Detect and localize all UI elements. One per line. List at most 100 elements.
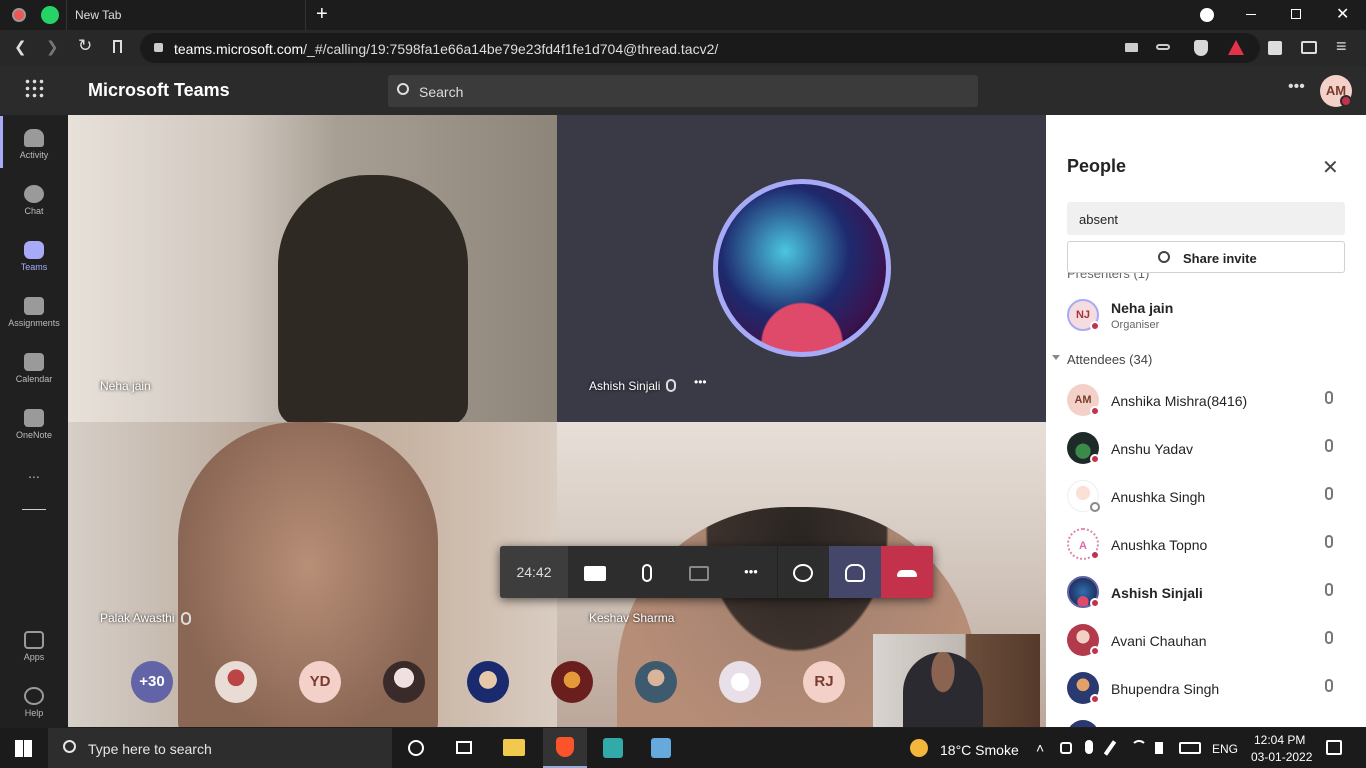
new-tab-button[interactable]: + — [316, 3, 328, 26]
rail-active-indicator — [0, 116, 3, 168]
key-icon[interactable] — [1156, 44, 1170, 50]
video-tile-ashish-sinjali[interactable]: Ashish Sinjali ••• — [557, 115, 1046, 422]
share-screen-button[interactable] — [673, 546, 725, 598]
participant-avatar[interactable] — [467, 661, 509, 703]
tile-more-options-icon[interactable]: ••• — [694, 375, 707, 389]
close-window-button[interactable]: ✕ — [1336, 4, 1349, 24]
rail-item-apps[interactable]: Apps — [0, 621, 68, 677]
forward-button[interactable]: ❯ — [46, 38, 59, 56]
camera-tray-icon[interactable] — [1060, 742, 1072, 754]
mic-off-icon — [1321, 391, 1337, 409]
close-panel-button[interactable]: ✕ — [1322, 155, 1339, 179]
participant-name: Bhupendra Singh — [1111, 681, 1220, 697]
video-tile-neha-jain[interactable]: Neha jain — [68, 115, 557, 422]
weather-icon — [910, 739, 928, 757]
rail-item-chat[interactable]: Chat — [0, 175, 68, 231]
address-bar[interactable]: teams.microsoft.com/_#/calling/19:7598fa… — [140, 33, 1260, 63]
windows-start-icon[interactable] — [15, 740, 32, 757]
attendee-row[interactable]: Anshu Yadav — [1046, 426, 1366, 474]
attendee-row[interactable]: Avani Chauhan — [1046, 618, 1366, 666]
app-icon[interactable] — [651, 738, 671, 758]
app-title: Microsoft Teams — [88, 80, 230, 100]
rail-item-teams[interactable]: Teams — [0, 231, 68, 287]
bookmark-icon[interactable] — [113, 40, 122, 53]
rail-item-assignments[interactable]: Assignments — [0, 287, 68, 343]
attendees-header[interactable]: Attendees (34) — [1067, 352, 1152, 367]
browser-menu-icon[interactable]: ≡ — [1336, 36, 1347, 57]
notifications-icon[interactable] — [1326, 740, 1342, 755]
app-icon[interactable] — [603, 738, 623, 758]
restore-button[interactable] — [1291, 9, 1301, 19]
taskbar-search-box[interactable]: Type here to search — [48, 728, 392, 768]
status-dot — [1090, 694, 1100, 704]
participant-name: Ashish Sinjali — [1111, 585, 1203, 601]
more-options-icon[interactable]: ••• — [1288, 78, 1305, 96]
cortana-icon[interactable] — [408, 740, 424, 756]
attendee-row[interactable]: Ashish Sinjali — [1046, 570, 1366, 618]
task-view-icon[interactable] — [456, 741, 472, 754]
hang-up-button[interactable] — [881, 546, 933, 598]
lock-icon — [154, 43, 163, 52]
participants-toggle-button[interactable] — [829, 546, 881, 598]
rail-item-help[interactable]: Help — [0, 677, 68, 733]
rail-item-calendar[interactable]: Calendar — [0, 343, 68, 399]
participant-avatar[interactable]: RJ — [803, 661, 845, 703]
overflow-participants-count[interactable]: +30 — [131, 661, 173, 703]
clock-date[interactable]: 03-01-2022 — [1251, 750, 1312, 764]
apps-icon — [24, 631, 44, 649]
rail-item-onenote[interactable]: OneNote — [0, 399, 68, 455]
language-indicator[interactable]: ENG — [1212, 742, 1238, 756]
camera-toggle-button[interactable] — [569, 546, 621, 598]
tab-search-icon[interactable] — [1200, 8, 1214, 22]
clock-time[interactable]: 12:04 PM — [1254, 733, 1305, 747]
rail-more-apps[interactable]: ... — [0, 465, 68, 495]
self-view-video[interactable] — [873, 634, 1040, 727]
more-actions-button[interactable]: ••• — [725, 546, 777, 598]
rail-item-activity[interactable]: Activity — [0, 119, 68, 175]
chevron-up-icon[interactable]: ˄ — [1036, 740, 1044, 756]
volume-icon[interactable] — [1155, 742, 1163, 754]
app-launcher-icon[interactable] — [24, 78, 44, 98]
participant-name: Anushka Singh — [1111, 489, 1206, 505]
reload-button[interactable]: ↻ — [78, 36, 92, 56]
back-button[interactable]: ❮ — [14, 38, 27, 56]
extensions-icon[interactable] — [1268, 41, 1282, 55]
search-input[interactable]: Search — [388, 75, 978, 107]
wifi-icon[interactable] — [1131, 740, 1147, 756]
attendee-row[interactable]: Bhupendra Singh — [1046, 666, 1366, 714]
brave-browser-icon[interactable] — [543, 728, 587, 768]
mic-toggle-button[interactable] — [621, 546, 673, 598]
presenter-row[interactable]: NJ Neha jain Organiser — [1046, 293, 1366, 341]
weather-text[interactable]: 18°C Smoke — [940, 742, 1019, 758]
status-dot — [1090, 646, 1100, 656]
participant-name: Neha jain — [1111, 300, 1174, 316]
brave-shields-icon[interactable] — [1194, 40, 1208, 56]
participant-avatar[interactable] — [215, 661, 257, 703]
participant-avatar[interactable]: YD — [299, 661, 341, 703]
mic-tray-icon[interactable] — [1085, 740, 1093, 754]
whatsapp-icon[interactable] — [41, 6, 59, 24]
search-value: absent — [1079, 212, 1119, 227]
attendee-row[interactable]: A Anushka Topno — [1046, 522, 1366, 570]
browser-tab[interactable]: New Tab — [66, 0, 306, 30]
share-invite-button[interactable]: Share invite — [1067, 241, 1345, 273]
keyboard-icon[interactable] — [1179, 742, 1201, 754]
pen-tray-icon[interactable] — [1103, 740, 1117, 756]
file-explorer-icon[interactable] — [503, 739, 525, 756]
participant-avatar[interactable] — [635, 661, 677, 703]
wallet-icon[interactable] — [1301, 41, 1317, 54]
minimize-button[interactable] — [1246, 14, 1256, 15]
camera-permission-icon[interactable] — [1125, 43, 1138, 52]
participant-avatar[interactable] — [383, 661, 425, 703]
avatar — [1067, 720, 1099, 727]
brave-rewards-icon[interactable] — [1228, 40, 1244, 55]
attendee-row[interactable]: Anushka Singh — [1046, 474, 1366, 522]
attendee-row[interactable]: AM Anshika Mishra(8416) — [1046, 378, 1366, 426]
chevron-down-icon[interactable] — [1052, 355, 1060, 360]
participant-avatar[interactable] — [551, 661, 593, 703]
mic-off-icon — [666, 379, 676, 392]
url-domain: teams.microsoft.com — [174, 41, 304, 57]
people-search-input[interactable]: absent — [1067, 202, 1345, 235]
participant-avatar[interactable] — [719, 661, 761, 703]
chat-toggle-button[interactable] — [777, 546, 829, 598]
